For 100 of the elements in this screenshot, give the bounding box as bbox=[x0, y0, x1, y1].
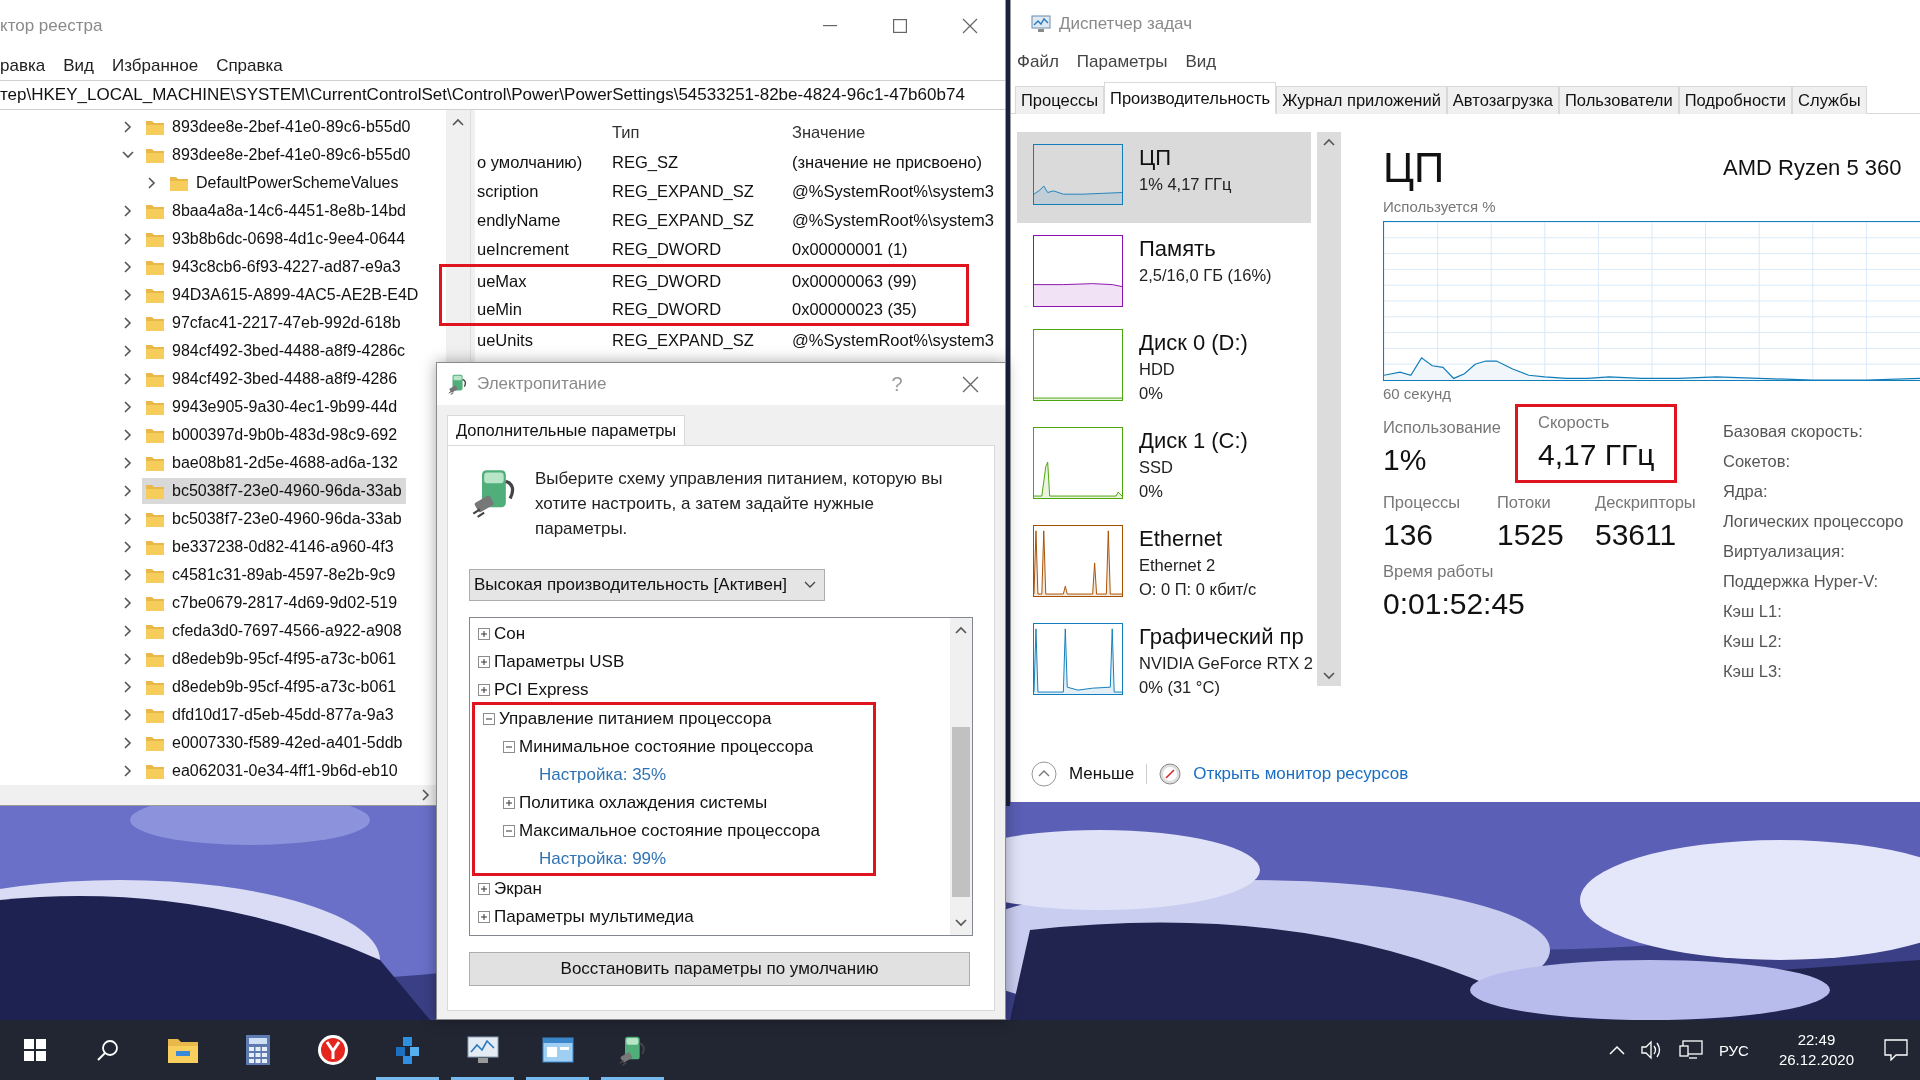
menu-item[interactable]: Файл bbox=[1017, 52, 1059, 72]
cpu-model: AMD Ryzen 5 360 bbox=[1723, 155, 1902, 181]
tree-item[interactable]: Параметры мультимедиа bbox=[494, 907, 694, 927]
resource-detail: 1% 4,17 ГГц bbox=[1139, 174, 1232, 195]
stat-value: 53611 bbox=[1595, 518, 1678, 552]
tab[interactable]: Процессы bbox=[1015, 86, 1104, 114]
resource-item[interactable]: Память 2,5/16,0 ГБ (16%) bbox=[1017, 223, 1311, 317]
tree-item[interactable]: 94D3A615-A899-4AC5-AE2B-E4D bbox=[142, 282, 423, 308]
tree-item[interactable]: be337238-0d82-4146-a960-4f3 bbox=[142, 534, 398, 560]
tree-item[interactable]: 943c8cb6-6f93-4227-ad87-e9a3 bbox=[142, 254, 405, 280]
spec-label: Сокетов: bbox=[1723, 451, 1792, 472]
table-cell-text: 0x00000023 (35) bbox=[791, 299, 917, 319]
tree-item[interactable]: bc5038f7-23e0-4960-96da-33ab bbox=[142, 506, 406, 532]
resource-monitor-link[interactable]: Открыть монитор ресурсов bbox=[1193, 764, 1409, 784]
tree-item[interactable]: Политика охлаждения системы bbox=[519, 793, 768, 813]
table-cell-text: 0x00000001 (1) bbox=[791, 240, 908, 259]
tree-item[interactable]: 893dee8e-2bef-41e0-89c6-b55d0 bbox=[142, 142, 415, 168]
tree-item[interactable]: 97cfac41-2217-47eb-992d-618b bbox=[142, 310, 405, 336]
tree-item[interactable]: 984cf492-3bed-4488-a8f9-4286c bbox=[142, 338, 410, 364]
stat-value: 1% bbox=[1383, 443, 1428, 477]
menu-item[interactable]: Вид bbox=[63, 56, 94, 76]
tree-item[interactable]: 9943e905-9a30-4ec1-9b99-44d bbox=[142, 394, 402, 420]
spec-label: Базовая скорость: bbox=[1723, 421, 1864, 442]
language-indicator[interactable]: РУС bbox=[1718, 1041, 1749, 1059]
tree-item[interactable]: Минимальное состояние процессора bbox=[519, 737, 814, 757]
tab[interactable]: Пользователи bbox=[1558, 86, 1679, 114]
tab[interactable]: Подробности bbox=[1678, 86, 1793, 114]
tree-item[interactable]: c4581c31-89ab-4597-8e2b-9c9 bbox=[142, 562, 400, 588]
fewer-details-button[interactable]: Меньше bbox=[1069, 764, 1135, 784]
table-cell-text: о умолчанию) bbox=[476, 153, 584, 172]
tab[interactable]: Автозагрузка bbox=[1446, 86, 1559, 114]
stat-value: 1525 bbox=[1497, 518, 1565, 552]
spec-label: Виртуализация: bbox=[1723, 541, 1846, 562]
tree-item[interactable]: d8edeb9b-95cf-4f95-a73c-b061 bbox=[142, 646, 401, 672]
window-title: Электропитание bbox=[477, 374, 607, 394]
tab[interactable]: Производительность bbox=[1104, 82, 1277, 114]
stat-label: Потоки bbox=[1497, 493, 1552, 512]
spec-label: Кэш L1: bbox=[1723, 601, 1783, 622]
tree-item[interactable]: e0007330-f589-42ed-a401-5ddb bbox=[142, 730, 407, 756]
tree-item[interactable]: Экран bbox=[494, 879, 542, 899]
table-cell-text: REG_SZ bbox=[611, 153, 680, 172]
tree-item[interactable]: b000397d-9b0b-483d-98c9-692 bbox=[142, 422, 402, 448]
setting-link[interactable]: Настройка: 35% bbox=[523, 765, 667, 785]
spec-label: Кэш L2: bbox=[1723, 631, 1783, 652]
resource-name: Графический пр bbox=[1139, 623, 1305, 651]
menu-item[interactable]: Избранное bbox=[112, 56, 199, 76]
menu-item[interactable]: Справка bbox=[216, 56, 283, 76]
address-bar[interactable]: тер\HKEY_LOCAL_MACHINE\SYSTEM\CurrentControlSet\Control\Power\PowerSettings\54533251-82be-4824-96c1-47b60b74 bbox=[0, 80, 1005, 110]
tree-item[interactable]: ea062031-0e34-4ff1-9b6d-eb10 bbox=[142, 758, 402, 784]
tree-item[interactable]: 93b8b6dc-0698-4d1c-9ee4-0644 bbox=[142, 226, 410, 252]
tree-item[interactable]: 8baa4a8a-14c6-4451-8e8b-14bd bbox=[142, 198, 410, 224]
spec-label: Поддержка Hyper-V: bbox=[1723, 571, 1880, 592]
resource-item[interactable]: ЦП 1% 4,17 ГГц bbox=[1017, 132, 1311, 223]
menu-item[interactable]: Вид bbox=[1185, 52, 1217, 72]
stat-value: 4,17 ГГц bbox=[1538, 438, 1655, 472]
resource-name: Диск 0 (D:) bbox=[1139, 329, 1248, 357]
resource-detail: О: 0 П: 0 кбит/с bbox=[1139, 579, 1257, 600]
tree-item[interactable]: Максимальное состояние процессора bbox=[519, 821, 820, 841]
tree-item[interactable]: Сон bbox=[494, 624, 526, 644]
table-cell-text: ueMin bbox=[476, 299, 523, 319]
scheme-dropdown[interactable]: Высокая производительность [Активен] bbox=[469, 569, 825, 601]
tree-item[interactable]: DefaultPowerSchemeValues bbox=[166, 170, 403, 196]
tree-item[interactable]: d8edeb9b-95cf-4f95-a73c-b061 bbox=[142, 674, 401, 700]
tree-item[interactable]: Параметры USB bbox=[494, 652, 625, 672]
stat-value: 0:01:52:45 bbox=[1383, 587, 1525, 621]
menu-item[interactable]: равка bbox=[0, 56, 46, 76]
tree-item[interactable]: PCI Express bbox=[494, 680, 589, 700]
column-header[interactable]: Тип bbox=[610, 122, 790, 142]
graph-label: Используется % bbox=[1383, 198, 1497, 215]
stat-label: Скорость bbox=[1538, 413, 1611, 432]
menu-item[interactable]: Параметры bbox=[1076, 52, 1168, 72]
tree-item[interactable]: bae08b81-2d5e-4688-ad6a-132 bbox=[142, 450, 402, 476]
tree-item[interactable]: c7be0679-2817-4d69-9d02-519 bbox=[142, 590, 402, 616]
table-cell-text: REG_EXPAND_SZ bbox=[611, 182, 755, 201]
table-cell-text: REG_EXPAND_SZ bbox=[611, 211, 755, 230]
resource-detail: 0% (31 °C) bbox=[1139, 677, 1221, 698]
tree-item[interactable]: bc5038f7-23e0-4960-96da-33ab bbox=[142, 478, 406, 504]
column-header[interactable]: Значение bbox=[790, 122, 866, 142]
resource-name: ЦП bbox=[1139, 144, 1173, 172]
resource-item[interactable]: Графический пр NVIDIA GeForce RTX 2 0% (31 °C) bbox=[1017, 611, 1311, 709]
spec-label: Ядра: bbox=[1723, 481, 1769, 502]
resource-detail: 0% bbox=[1139, 383, 1164, 404]
tree-item[interactable]: 893dee8e-2bef-41e0-89c6-b55d0 bbox=[142, 114, 415, 140]
table-cell-text: ueIncrement bbox=[476, 240, 570, 259]
clock[interactable]: 22:49 26.12.2020 bbox=[1764, 1030, 1868, 1070]
dialog-tab[interactable]: Дополнительные параметры bbox=[447, 415, 686, 445]
restore-defaults-button[interactable]: Восстановить параметры по умолчанию bbox=[469, 952, 970, 986]
setting-link[interactable]: Настройка: 99% bbox=[523, 849, 667, 869]
table-cell-text: ueMax bbox=[476, 271, 528, 291]
tree-item[interactable]: dfd10d17-d5eb-45dd-877a-9a3 bbox=[142, 702, 398, 728]
tree-item[interactable]: Управление питанием процессора bbox=[499, 709, 772, 729]
tree-item[interactable]: 984cf492-3bed-4488-a8f9-4286 bbox=[142, 366, 402, 392]
stat-label: Процессы bbox=[1383, 493, 1461, 512]
resource-item[interactable]: Диск 1 (C:) SSD 0% bbox=[1017, 415, 1311, 513]
window-title: Диспетчер задач bbox=[1059, 14, 1192, 34]
tab[interactable]: Службы bbox=[1792, 86, 1867, 114]
resource-item[interactable]: Ethernet Ethernet 2 О: 0 П: 0 кбит/с bbox=[1017, 513, 1311, 611]
tab[interactable]: Журнал приложений bbox=[1276, 86, 1447, 114]
tree-item[interactable]: cfeda3d0-7697-4566-a922-a908 bbox=[142, 618, 406, 644]
resource-item[interactable]: Диск 0 (D:) HDD 0% bbox=[1017, 317, 1311, 415]
